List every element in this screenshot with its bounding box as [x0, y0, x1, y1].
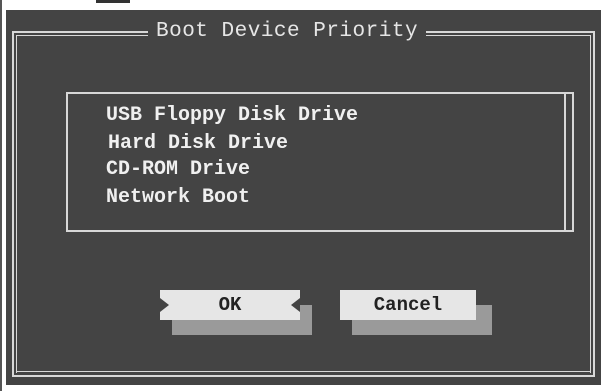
screen: Boot Device Priority USB Floppy Disk Dri…: [0, 0, 602, 391]
dialog-frame-right-inner: [590, 35, 591, 373]
dialog-frame-bottom-outer: [12, 375, 595, 377]
boot-item-usb-floppy[interactable]: USB Floppy Disk Drive: [106, 104, 358, 128]
selection-right-arrow-icon: [160, 298, 169, 312]
cancel-button[interactable]: Cancel: [340, 290, 476, 320]
list-scrollbar-track[interactable]: [564, 92, 566, 232]
selection-left-arrow-icon: [291, 298, 300, 312]
boot-item-hard-disk[interactable]: Hard Disk Drive: [108, 132, 288, 156]
boot-priority-dialog: Boot Device Priority USB Floppy Disk Dri…: [6, 10, 601, 385]
boot-item-cd-rom[interactable]: CD-ROM Drive: [106, 158, 250, 182]
dialog-frame-bottom-inner: [16, 371, 591, 372]
list-frame-top: [66, 92, 574, 94]
ok-button[interactable]: OK: [160, 290, 300, 320]
dialog-title: Boot Device Priority: [148, 19, 427, 45]
boot-item-network-boot[interactable]: Network Boot: [106, 186, 250, 210]
list-frame-left: [66, 92, 68, 232]
cancel-button-label: Cancel: [373, 294, 443, 316]
top-edge-mark: [96, 0, 130, 3]
dialog-frame-left-outer: [12, 31, 14, 377]
ok-button-label: OK: [218, 294, 242, 316]
dialog-frame-left-inner: [16, 35, 17, 373]
list-frame-right: [572, 92, 574, 232]
dialog-frame-right-outer: [593, 31, 595, 377]
left-edge-mark: [0, 0, 2, 391]
list-frame-bottom: [66, 230, 574, 232]
